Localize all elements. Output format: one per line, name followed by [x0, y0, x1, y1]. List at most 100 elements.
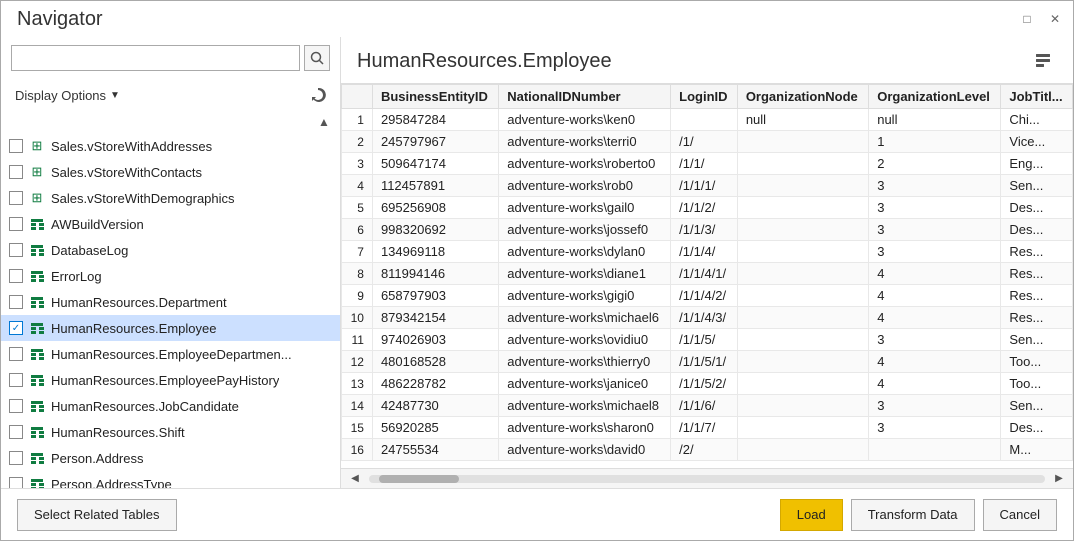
search-button[interactable] [304, 45, 330, 71]
table-row[interactable]: 1295847284adventure-works\ken0nullnullCh… [342, 109, 1073, 131]
tree-item-PersonAddress[interactable]: Person.Address [1, 445, 340, 471]
table-row[interactable]: 7134969118adventure-works\dylan0/1/1/4/3… [342, 241, 1073, 263]
table-row[interactable]: 1624755534adventure-works\david0/2/M... [342, 439, 1073, 461]
table-cell: Too... [1001, 373, 1073, 395]
tree-item-label: Person.Address [51, 451, 144, 466]
table-icon [27, 476, 47, 488]
table-cell [737, 329, 868, 351]
column-header[interactable]: JobTitl... [1001, 85, 1073, 109]
window-title: Navigator [17, 8, 103, 31]
tree-item-checkbox[interactable] [9, 139, 23, 153]
tree-item-checkbox[interactable] [9, 191, 23, 205]
tree-item-HumanResourcesEmployee[interactable]: HumanResources.Employee [1, 315, 340, 341]
table-cell: 11 [342, 329, 373, 351]
tree-scroll-area[interactable]: ▲ ⊞ Sales.vStoreWithAddresses ⊞Sales.vStor… [1, 113, 340, 488]
column-header[interactable]: OrganizationLevel [869, 85, 1001, 109]
table-cell: adventure-works\sharon0 [499, 417, 671, 439]
table-cell: 2 [869, 153, 1001, 175]
scroll-thumb[interactable] [379, 475, 459, 483]
refresh-button[interactable] [306, 83, 330, 107]
tree-item-label: Sales.vStoreWithAddresses [51, 139, 212, 154]
transform-data-button[interactable]: Transform Data [851, 499, 975, 531]
table-cell: Too... [1001, 351, 1073, 373]
tree-item-checkbox[interactable] [9, 451, 23, 465]
tree-item-checkbox[interactable] [9, 425, 23, 439]
tree-item-HumanResourcesEmployeeDepartment[interactable]: HumanResources.EmployeeDepartmen... [1, 341, 340, 367]
table-cell: Sen... [1001, 175, 1073, 197]
data-table-container[interactable]: BusinessEntityIDNationalIDNumberLoginIDO… [341, 83, 1073, 468]
table-cell: adventure-works\gail0 [499, 197, 671, 219]
preview-options-button[interactable] [1029, 47, 1057, 75]
table-cell: null [869, 109, 1001, 131]
tree-item-SalesStoreWithDemographics[interactable]: ⊞Sales.vStoreWithDemographics [1, 185, 340, 211]
tree-item-label: HumanResources.Employee [51, 321, 216, 336]
scroll-left-arrow[interactable]: ◀ [345, 471, 365, 487]
table-icon [27, 372, 47, 388]
search-input[interactable] [11, 45, 300, 71]
table-row[interactable]: 1442487730adventure-works\michael8/1/1/6… [342, 395, 1073, 417]
tree-item-PersonAddressType[interactable]: Person.AddressType [1, 471, 340, 488]
view-icon: ⊞ [32, 138, 43, 154]
minimize-button[interactable]: □ [1017, 9, 1037, 29]
tree-item-DatabaseLog[interactable]: DatabaseLog [1, 237, 340, 263]
table-row[interactable]: 13486228782adventure-works\janice0/1/1/5… [342, 373, 1073, 395]
scroll-track[interactable] [369, 475, 1045, 483]
tree-item-ErrorLog[interactable]: ErrorLog [1, 263, 340, 289]
tree-item-checkbox[interactable] [9, 477, 23, 488]
tree-item-checkbox[interactable] [9, 269, 23, 283]
column-header[interactable]: OrganizationNode [737, 85, 868, 109]
table-cell: 4 [869, 307, 1001, 329]
tree-item-HumanResourcesShift[interactable]: HumanResources.Shift [1, 419, 340, 445]
table-cell: /1/1/4/ [671, 241, 738, 263]
table-row[interactable]: 3509647174adventure-works\roberto0/1/1/2… [342, 153, 1073, 175]
tree-item-AWBuildVersion[interactable]: AWBuildVersion [1, 211, 340, 237]
tree-item-checkbox[interactable] [9, 399, 23, 413]
tree-item-label: HumanResources.EmployeePayHistory [51, 373, 279, 388]
load-button[interactable]: Load [780, 499, 843, 531]
select-related-tables-button[interactable]: Select Related Tables [17, 499, 177, 531]
table-row[interactable]: 4112457891adventure-works\rob0/1/1/1/3Se… [342, 175, 1073, 197]
tree-item-HumanResourcesEmployeePayHistory[interactable]: HumanResources.EmployeePayHistory [1, 367, 340, 393]
table-icon [31, 297, 44, 308]
table-cell: 9 [342, 285, 373, 307]
table-row[interactable]: 2245797967adventure-works\terri0/1/1Vice… [342, 131, 1073, 153]
table-row[interactable]: 12480168528adventure-works\thierry0/1/1/… [342, 351, 1073, 373]
tree-item-SalesStoreWithAddresses[interactable]: ⊞ Sales.vStoreWithAddresses [1, 133, 340, 159]
table-row[interactable]: 9658797903adventure-works\gigi0/1/1/4/2/… [342, 285, 1073, 307]
tree-item-SalesStoreWithContacts[interactable]: ⊞Sales.vStoreWithContacts [1, 159, 340, 185]
table-cell: 3 [869, 329, 1001, 351]
tree-item-checkbox[interactable] [9, 373, 23, 387]
column-header[interactable] [342, 85, 373, 109]
display-options-button[interactable]: Display Options ▼ [11, 86, 124, 105]
cancel-button[interactable]: Cancel [983, 499, 1057, 531]
close-button[interactable]: ✕ [1045, 9, 1065, 29]
tree-item-checkbox[interactable] [9, 295, 23, 309]
tree-item-checkbox[interactable] [9, 217, 23, 231]
table-row[interactable]: 8811994146adventure-works\diane1/1/1/4/1… [342, 263, 1073, 285]
table-cell: 56920285 [372, 417, 498, 439]
view-icon: ⊞ [27, 138, 47, 154]
tree-item-HumanResourcesDepartment[interactable]: HumanResources.Department [1, 289, 340, 315]
table-cell [737, 285, 868, 307]
column-header[interactable]: LoginID [671, 85, 738, 109]
table-row[interactable]: 5695256908adventure-works\gail0/1/1/2/3D… [342, 197, 1073, 219]
column-header[interactable]: NationalIDNumber [499, 85, 671, 109]
table-row[interactable]: 11974026903adventure-works\ovidiu0/1/1/5… [342, 329, 1073, 351]
scroll-up-arrow[interactable]: ▲ [312, 113, 336, 131]
table-cell: Des... [1001, 219, 1073, 241]
tree-item-HumanResourcesJobCandidate[interactable]: HumanResources.JobCandidate [1, 393, 340, 419]
tree-item-checkbox[interactable] [9, 243, 23, 257]
table-cell: /1/1/6/ [671, 395, 738, 417]
table-row[interactable]: 1556920285adventure-works\sharon0/1/1/7/… [342, 417, 1073, 439]
column-header[interactable]: BusinessEntityID [372, 85, 498, 109]
table-cell: adventure-works\dylan0 [499, 241, 671, 263]
scroll-right-arrow[interactable]: ▶ [1049, 471, 1069, 487]
tree-item-checkbox[interactable] [9, 321, 23, 335]
view-icon: ⊞ [32, 190, 43, 206]
horizontal-scrollbar[interactable]: ◀ ▶ [341, 468, 1073, 488]
table-cell [737, 219, 868, 241]
table-row[interactable]: 10879342154adventure-works\michael6/1/1/… [342, 307, 1073, 329]
tree-item-checkbox[interactable] [9, 347, 23, 361]
tree-item-checkbox[interactable] [9, 165, 23, 179]
table-row[interactable]: 6998320692adventure-works\jossef0/1/1/3/… [342, 219, 1073, 241]
